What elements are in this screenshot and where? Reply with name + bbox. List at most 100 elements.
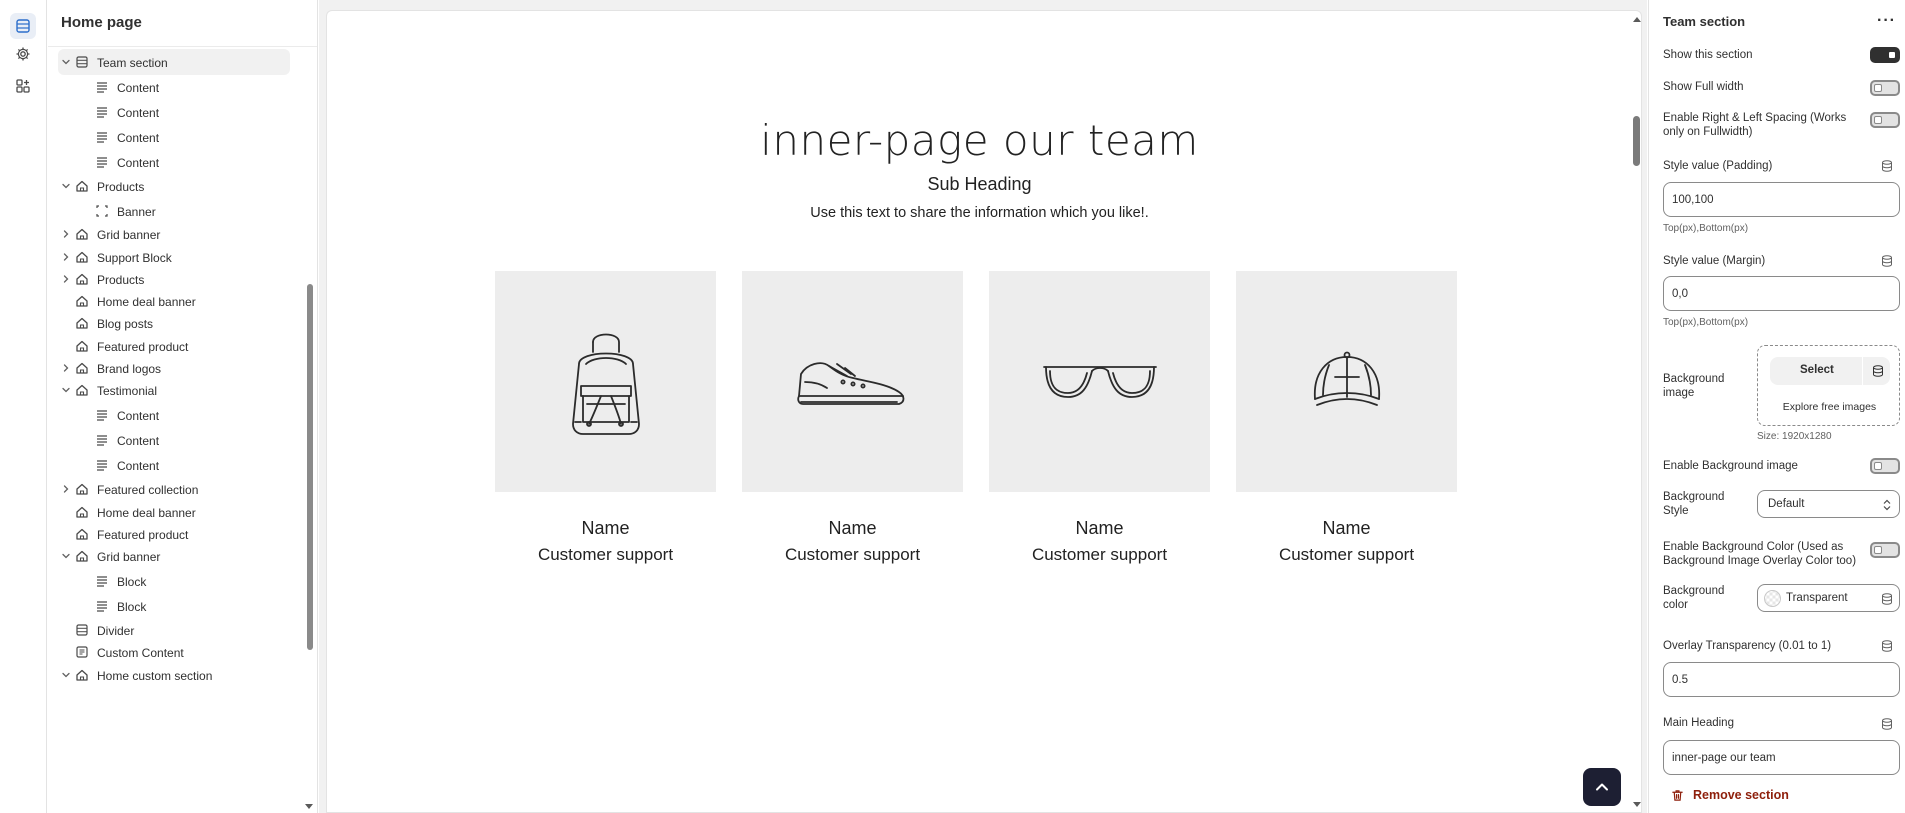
gear-icon[interactable] [10,41,36,67]
chevron-down-icon[interactable] [61,670,71,680]
member-name: Name [828,518,877,538]
home-icon [75,227,89,241]
padding-label: Style value (Padding) [1663,160,1773,172]
padding-hint: Top(px),Bottom(px) [1663,223,1749,234]
dynamic-source-icon[interactable] [1881,255,1893,267]
margin-hint: Top(px),Bottom(px) [1663,317,1749,328]
sidebar-item-label: Featured product [97,340,189,354]
sidebar-item-label: Content [117,156,160,170]
dynamic-source-icon[interactable] [1881,718,1893,730]
home-icon [75,361,89,375]
overlay-input[interactable]: 0.5 [1663,662,1900,697]
home-icon [75,316,89,330]
sidebar-item-content[interactable]: Content [58,149,290,175]
remove-section-button[interactable]: Remove section [1671,788,1789,802]
member-image [742,271,963,492]
panel-title: Team section [1663,14,1746,29]
sidebar-item-products[interactable]: Products [58,173,290,199]
back-to-top-button[interactable] [1583,768,1621,806]
sidebar-item-home-custom-section[interactable]: Home custom section [58,662,290,688]
sidebar-item-testimonial[interactable]: Testimonial [58,377,290,403]
more-actions-button[interactable]: ··· [1877,12,1896,30]
team-member-card[interactable]: Name Customer support [989,271,1210,565]
team-text: Use this text to share the information w… [810,205,1149,221]
chevron-down-icon[interactable] [61,385,71,395]
show-section-toggle[interactable] [1870,47,1900,63]
sidebar-item-grid-banner[interactable]: Grid banner [58,543,290,569]
select-image-button[interactable]: Select [1770,357,1890,385]
dynamic-source-icon[interactable] [1881,640,1893,652]
select-image-label: Select [1800,364,1834,376]
team-member-card[interactable]: Name Customer support [495,271,716,565]
chevron-down-icon[interactable] [61,551,71,561]
sidebar-item-content[interactable]: Content [58,74,290,100]
bg-style-select[interactable]: Default [1757,490,1900,518]
sidebar-item-label: Blog posts [97,317,154,331]
chevron-right-icon[interactable] [61,484,71,494]
home-icon [75,482,89,496]
sidebar-item-content[interactable]: Content [58,452,290,478]
margin-input[interactable]: 0,0 [1663,276,1900,311]
enable-bg-color-toggle[interactable] [1870,542,1900,558]
chevron-right-icon[interactable] [61,252,71,262]
team-member-card[interactable]: Name Customer support [742,271,963,565]
chevron-right-icon[interactable] [61,274,71,284]
sidebar-item-label: Content [117,409,160,423]
sidebar-item-content[interactable]: Content [58,99,290,125]
home-icon [75,527,89,541]
trash-icon [1672,789,1683,801]
sidebar-item-label: Featured collection [97,483,199,497]
sidebar-item-team-section[interactable]: Team section [58,49,290,75]
sidebar-item-label: Home deal banner [97,506,196,520]
text-block-icon [95,408,109,422]
bg-color-label: Background color [1663,585,1725,611]
dynamic-source-icon[interactable] [1881,160,1893,172]
member-role: Customer support [784,545,921,564]
sidebar-item-label: Content [117,81,160,95]
dynamic-source-icon[interactable] [1881,593,1893,605]
apps-icon[interactable] [10,73,36,99]
text-block-icon [95,80,109,94]
spacing-toggle[interactable] [1870,112,1900,128]
chevron-up-icon [1596,783,1608,791]
sidebar-item-block[interactable]: Block [58,593,290,619]
team-member-card[interactable]: Name Customer support [1236,271,1457,565]
cap-icon [1313,351,1380,406]
sections-icon[interactable] [10,13,36,39]
preview-scrollbar[interactable] [1633,116,1640,166]
chevron-right-icon[interactable] [61,363,71,373]
sidebar-item-label: Divider [97,624,135,638]
full-width-toggle[interactable] [1870,80,1900,96]
enable-bg-image-toggle[interactable] [1870,458,1900,474]
settings-panel: Team section ··· Show this section Show … [1648,0,1905,813]
sidebar-item-label: Content [117,459,160,473]
select-arrows-icon [1883,499,1891,511]
sidebar-item-content[interactable]: Content [58,402,290,428]
bg-image-picker[interactable]: Select Explore free images [1757,345,1900,426]
sidebar-scrollbar[interactable] [307,284,313,650]
sidebar-item-label: Home deal banner [97,295,196,309]
sidebar-item-block[interactable]: Block [58,568,290,594]
bg-style-label: Background Style [1663,491,1725,517]
text-block-icon [95,574,109,588]
text-block-icon [95,155,109,169]
text-block-icon [95,458,109,472]
padding-input[interactable]: 100,100 [1663,182,1900,217]
text-block-icon [95,599,109,613]
home-icon [75,250,89,264]
chevron-down-icon[interactable] [61,181,71,191]
sidebar-item-content[interactable]: Content [58,124,290,150]
bg-color-picker[interactable]: Transparent [1757,584,1900,612]
dynamic-source-icon[interactable] [1872,365,1884,377]
home-icon [75,549,89,563]
explore-images-link[interactable]: Explore free images [1758,401,1901,413]
scroll-down-arrow-icon[interactable] [1632,801,1642,809]
main-heading-input[interactable]: inner-page our team [1663,740,1900,775]
chevron-down-icon[interactable] [61,57,71,67]
sidebar-item-content[interactable]: Content [58,427,290,453]
sidebar-item-label: Grid banner [97,550,161,564]
scroll-up-arrow-icon[interactable] [1632,15,1642,23]
member-image [495,271,716,492]
scroll-down-arrow-icon[interactable] [304,803,314,811]
chevron-right-icon[interactable] [61,229,71,239]
